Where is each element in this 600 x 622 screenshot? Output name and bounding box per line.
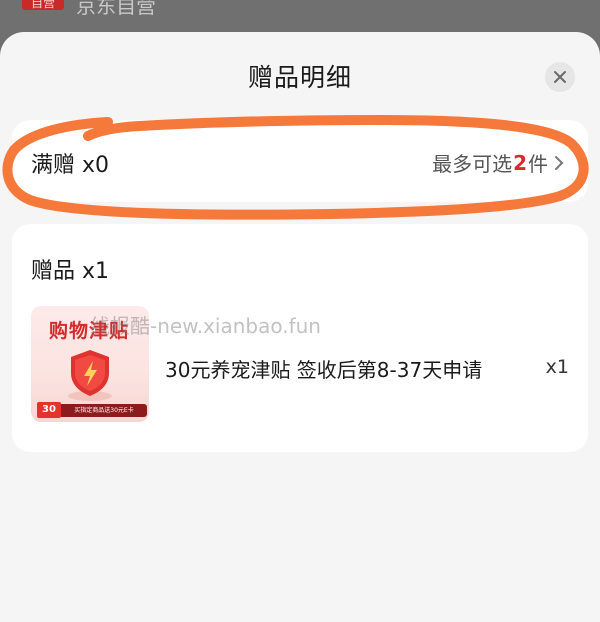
- full-gift-label: 满赠 x0: [31, 153, 110, 178]
- close-icon: [554, 71, 566, 83]
- gift-item-name: 30元养宠津贴 签收后第8-37天申请: [165, 358, 483, 382]
- self-operated-text: 京东自营: [76, 0, 156, 18]
- max-selectable-count: 2: [513, 150, 527, 175]
- self-operated-tag: 自营: [22, 0, 64, 10]
- close-button[interactable]: [545, 62, 575, 92]
- full-gift-row[interactable]: 满赠 x0 最多可选 2 件: [12, 120, 588, 202]
- sheet-title: 赠品明细: [247, 63, 352, 92]
- gift-item-quantity: x1: [545, 356, 569, 378]
- gift-label: 赠品 x1: [31, 259, 110, 284]
- thumb-amount-tag: 30: [37, 402, 61, 418]
- watermark: 线报酷-new.xianbao.fun: [90, 314, 321, 338]
- thumb-ribbon: 买指定商品送30元E卡: [61, 404, 147, 417]
- max-selectable-suffix: 件: [528, 152, 548, 176]
- shield-icon: [68, 350, 112, 401]
- chevron-right-icon: [555, 155, 564, 170]
- max-selectable[interactable]: 最多可选 2 件: [432, 148, 564, 177]
- max-selectable-prefix: 最多可选: [432, 152, 513, 176]
